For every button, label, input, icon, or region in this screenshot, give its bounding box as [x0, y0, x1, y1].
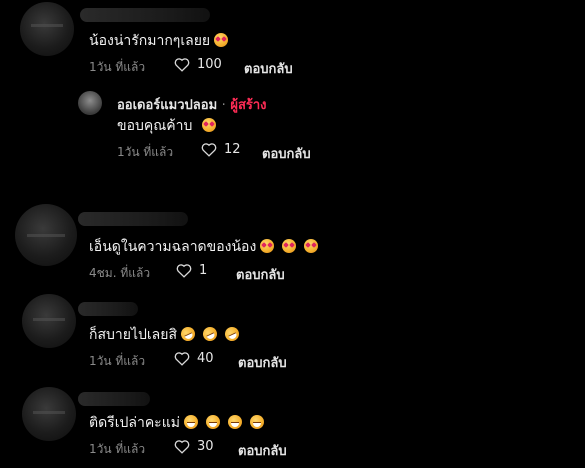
comment-timestamp: 1วัน ที่แล้ว: [89, 60, 146, 74]
redacted-username: [78, 302, 138, 316]
grinning-emoji-icon: [249, 415, 264, 429]
comment-text: น้องน่ารักมากๆเลยย: [89, 30, 229, 52]
like-button[interactable]: 40: [174, 351, 214, 366]
like-count: 1: [199, 263, 208, 278]
heart-icon: [176, 264, 192, 278]
separator: ·: [221, 98, 226, 113]
heart-eyes-emoji-icon: [260, 239, 275, 253]
like-count: 30: [197, 439, 214, 454]
like-count: 12: [224, 142, 241, 157]
like-button[interactable]: 30: [174, 439, 214, 454]
redacted-username: [80, 8, 210, 22]
rofl-emoji-icon: [200, 324, 220, 344]
author-name: ออเดอร์แมวปลอม: [117, 98, 218, 113]
reply-button[interactable]: ตอบกลับ: [262, 143, 311, 164]
reply-button[interactable]: ตอบกลับ: [238, 352, 287, 373]
creator-badge: ผู้สร้าง: [230, 98, 267, 113]
heart-icon: [174, 58, 190, 72]
comment-text-body: ติดรีเปล่าคะแม่: [89, 415, 180, 431]
rofl-emoji-icon: [222, 324, 242, 344]
reply-button[interactable]: ตอบกลับ: [238, 440, 287, 461]
creator-avatar[interactable]: [78, 91, 102, 115]
avatar[interactable]: [20, 2, 74, 56]
redacted-username: [78, 392, 150, 406]
comment-text: ก็สบายไปเลยสิ: [89, 324, 242, 346]
heart-icon: [174, 352, 190, 366]
like-button[interactable]: 12: [201, 142, 241, 157]
like-count: 100: [197, 57, 222, 72]
redacted-username: [78, 212, 188, 226]
reply-timestamp: 1วัน ที่แล้ว: [117, 145, 174, 159]
avatar[interactable]: [22, 294, 76, 348]
comment-timestamp: 1วัน ที่แล้ว: [89, 442, 146, 456]
rofl-emoji-icon: [178, 324, 198, 344]
avatar[interactable]: [22, 387, 76, 441]
heart-eyes-emoji-icon: [202, 118, 217, 132]
comment-text-body: น้องน่ารักมากๆเลยย: [89, 33, 211, 49]
heart-icon: [174, 440, 190, 454]
comment-text: เอ็นดูในความฉลาดของน้อง: [89, 236, 319, 258]
like-button[interactable]: 1: [176, 263, 207, 278]
like-count: 40: [197, 351, 214, 366]
comment-text-body: เอ็นดูในความฉลาดของน้อง: [89, 239, 257, 255]
comment-timestamp: 1วัน ที่แล้ว: [89, 354, 146, 368]
reply-button[interactable]: ตอบกลับ: [236, 264, 285, 285]
reply-author[interactable]: ออเดอร์แมวปลอม · ผู้สร้าง: [117, 94, 267, 115]
heart-eyes-emoji-icon: [304, 239, 319, 253]
heart-eyes-emoji-icon: [214, 33, 229, 47]
heart-eyes-emoji-icon: [282, 239, 297, 253]
comment-timestamp: 4ชม. ที่แล้ว: [89, 266, 151, 280]
avatar[interactable]: [15, 204, 77, 266]
comment-text-body: ก็สบายไปเลยสิ: [89, 327, 178, 343]
reply-button[interactable]: ตอบกลับ: [244, 58, 293, 79]
grinning-emoji-icon: [205, 415, 220, 429]
heart-icon: [201, 143, 217, 157]
grinning-emoji-icon: [183, 415, 198, 429]
reply-text: ขอบคุณค้าบ: [117, 115, 217, 137]
comment-text: ติดรีเปล่าคะแม่: [89, 412, 264, 434]
like-button[interactable]: 100: [174, 57, 222, 72]
grinning-emoji-icon: [227, 415, 242, 429]
reply-text-body: ขอบคุณค้าบ: [117, 118, 193, 134]
